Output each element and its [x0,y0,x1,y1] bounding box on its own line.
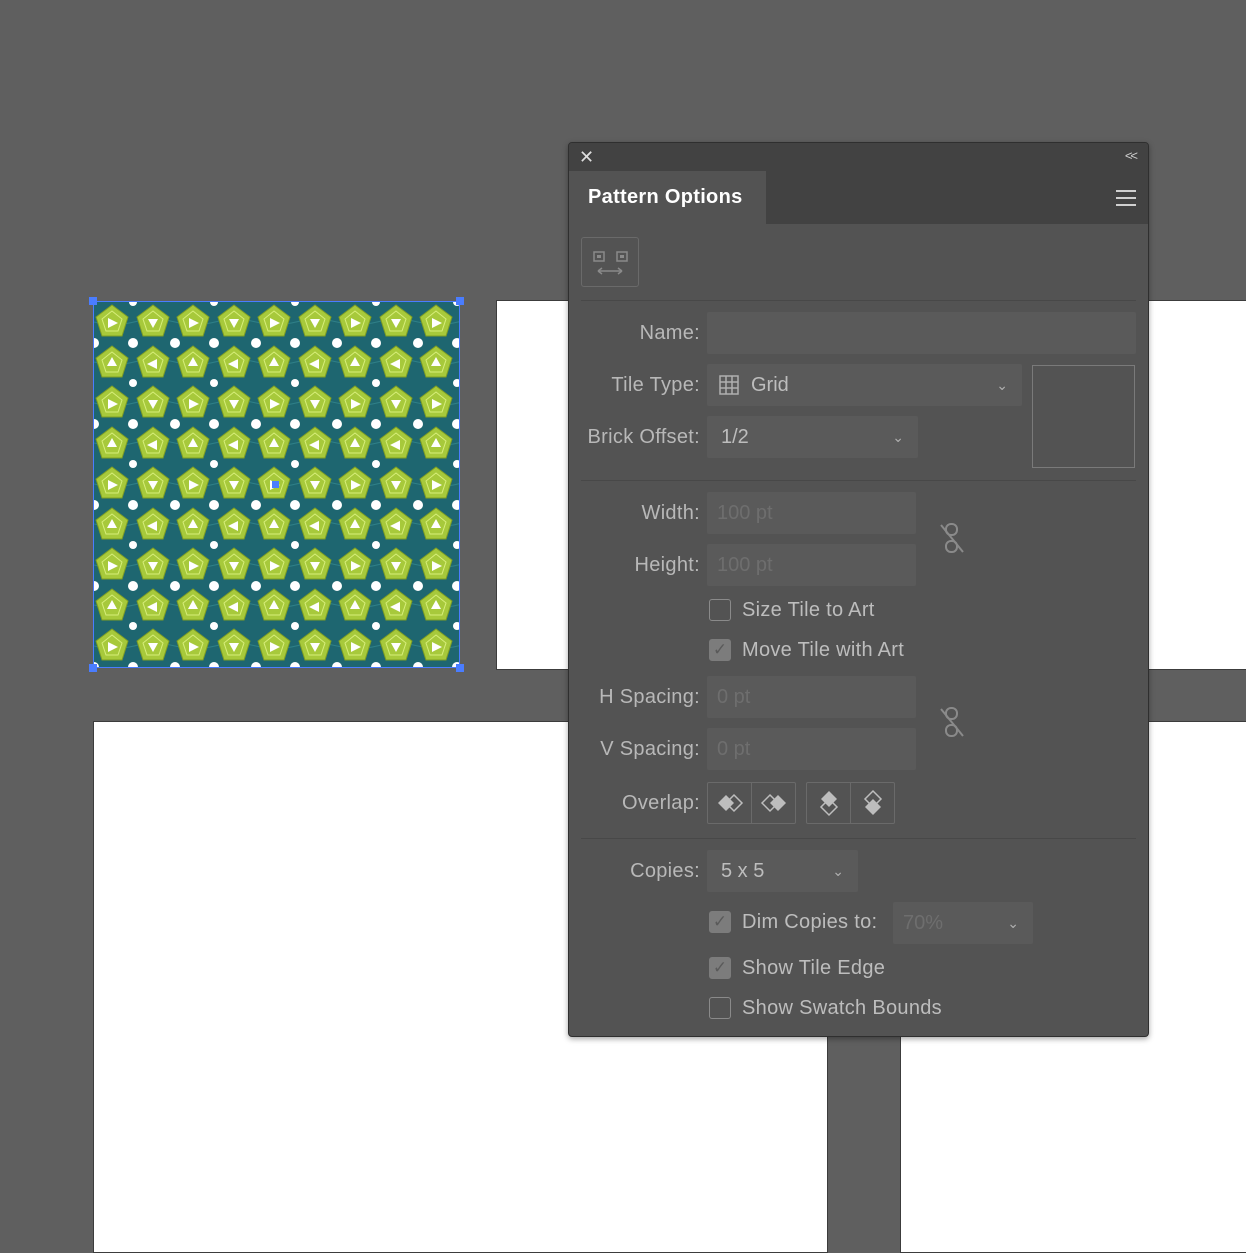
bottom-in-front-button[interactable] [850,783,894,823]
pattern-options-panel: ✕ << Pattern Options Name: Tile Type: Gr… [568,142,1149,1037]
divider [581,838,1136,839]
checkmark-icon: ✓ [712,958,728,977]
chevron-down-icon: ⌄ [1007,915,1019,931]
checkmark-icon: ✓ [712,912,728,931]
brick-offset-select[interactable]: 1/2 ⌄ [707,416,918,458]
tile-type-select[interactable]: Grid ⌄ [707,364,1022,406]
tile-preview [1032,365,1135,468]
overlap-top-front-icon [819,791,838,817]
panel-tabbar: Pattern Options [569,171,1148,224]
selection-handle[interactable] [456,297,464,305]
h-spacing-label: H Spacing: [599,686,700,708]
show-swatch-bounds-label: Show Swatch Bounds [742,997,942,1019]
dim-copies-select[interactable]: 70% ⌄ [893,902,1033,944]
checkmark-icon: ✓ [712,640,728,659]
height-label: Height: [634,554,700,576]
height-field[interactable] [707,544,916,586]
dim-copies-label: Dim Copies to: [742,911,878,933]
show-tile-edge-label: Show Tile Edge [742,957,886,979]
selection-handle[interactable] [456,664,464,672]
divider [581,480,1136,481]
selection-center-point [272,481,279,488]
tile-type-label: Tile Type: [611,374,700,396]
pattern-tile-tool-button[interactable] [581,237,639,287]
overlap-left-front-icon [717,793,743,813]
right-in-front-button[interactable] [751,783,795,823]
size-tile-to-art-checkbox[interactable] [709,599,731,621]
size-tile-to-art-label: Size Tile to Art [742,599,875,621]
brick-offset-value: 1/2 [721,426,749,448]
v-spacing-field[interactable] [707,728,916,770]
tab-pattern-options[interactable]: Pattern Options [569,171,766,224]
overlap-bottom-front-icon [863,789,882,815]
unlinked-chain-icon[interactable] [937,521,967,555]
selection-handle[interactable] [89,297,97,305]
chevron-down-icon: ⌄ [996,377,1008,393]
pattern-tile-tool-icon [593,251,628,275]
move-tile-with-art-checkbox[interactable]: ✓ [709,639,731,661]
chevron-down-icon: ⌄ [832,863,844,879]
name-field[interactable] [707,312,1136,354]
brick-offset-label: Brick Offset: [587,426,700,448]
close-icon[interactable]: ✕ [579,148,594,166]
show-tile-edge-checkbox[interactable]: ✓ [709,957,731,979]
copies-value: 5 x 5 [721,860,765,882]
unlinked-chain-icon[interactable] [937,705,967,739]
left-in-front-button[interactable] [708,783,751,823]
horizontal-overlap-group [707,782,796,824]
h-spacing-field[interactable] [707,676,916,718]
dim-copies-value: 70% [903,912,944,934]
copies-select[interactable]: 5 x 5 ⌄ [707,850,858,892]
chevron-down-icon: ⌄ [892,429,904,445]
overlap-right-front-icon [760,793,786,813]
vertical-overlap-group [806,782,895,824]
copies-label: Copies: [630,860,700,882]
v-spacing-label: V Spacing: [600,738,700,760]
grid-icon [719,375,739,395]
double-chevron-left-icon[interactable]: << [1125,148,1138,163]
tile-type-value: Grid [751,374,789,396]
hamburger-menu-icon[interactable] [1116,190,1136,211]
divider [581,300,1136,301]
move-tile-with-art-label: Move Tile with Art [742,639,905,661]
show-swatch-bounds-checkbox[interactable] [709,997,731,1019]
overlap-label: Overlap: [622,792,700,814]
dim-copies-checkbox[interactable]: ✓ [709,911,731,933]
selection-handle[interactable] [89,664,97,672]
width-label: Width: [641,502,700,524]
panel-titlebar[interactable]: ✕ << [569,143,1148,171]
top-in-front-button[interactable] [807,783,850,823]
width-field[interactable] [707,492,916,534]
name-label: Name: [639,322,700,344]
